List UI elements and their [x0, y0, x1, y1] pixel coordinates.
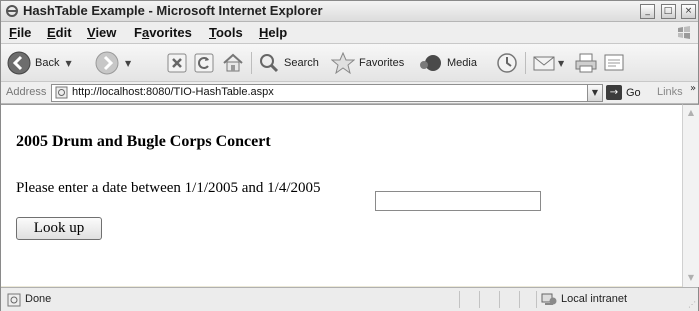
minimize-button[interactable]: _: [640, 4, 656, 19]
status-bar: Done Local intranet ⋰: [1, 287, 698, 311]
back-button[interactable]: Back ▼: [7, 50, 72, 76]
search-label: Search: [284, 57, 319, 69]
forward-arrow-icon: [95, 51, 119, 75]
toolbar: Back ▼ ▼ Search Favorites Media ▼: [1, 44, 698, 82]
address-dropdown-icon[interactable]: ▼: [587, 84, 603, 102]
date-prompt: Please enter a date between 1/1/2005 and…: [16, 180, 321, 196]
forward-button[interactable]: ▼: [95, 50, 131, 76]
page-heading: 2005 Drum and Bugle Corps Concert: [16, 133, 271, 150]
status-text: Done: [25, 293, 52, 305]
history-button[interactable]: [496, 50, 518, 76]
page-icon: [55, 86, 68, 99]
title-bar[interactable]: HashTable Example - Microsoft Internet E…: [1, 1, 698, 22]
menu-file[interactable]: File: [9, 25, 31, 40]
scroll-down-icon[interactable]: ▼: [684, 271, 698, 285]
toolbar-separator: [525, 52, 526, 74]
home-icon: [223, 53, 243, 72]
go-arrow-icon: →: [606, 85, 622, 100]
menu-favorites-label: vorites: [149, 25, 192, 40]
status-divider: [459, 291, 460, 308]
links-chevron-icon[interactable]: »: [690, 83, 696, 94]
menu-file-accel: F: [9, 25, 17, 40]
menu-bar: File Edit View Favorites Tools Help: [1, 22, 698, 44]
status-divider: [499, 291, 500, 308]
date-input[interactable]: [375, 191, 541, 211]
mail-button[interactable]: ▼: [532, 50, 564, 76]
favorites-star-icon: [331, 52, 355, 74]
links-label[interactable]: Links: [657, 86, 683, 98]
back-arrow-icon: [7, 51, 31, 75]
windows-flag-icon: [678, 26, 690, 39]
window-title: HashTable Example - Microsoft Internet E…: [23, 3, 323, 18]
menu-view-label: iew: [95, 25, 117, 40]
edit-button[interactable]: [602, 50, 626, 76]
menu-edit[interactable]: Edit: [47, 25, 72, 40]
address-bar: Address http://localhost:8080/TIO-HashTa…: [1, 82, 698, 104]
resize-grip-icon[interactable]: ⋰: [688, 300, 696, 309]
go-button[interactable]: → Go: [606, 84, 641, 101]
stop-icon: [167, 53, 187, 73]
go-label: Go: [626, 86, 641, 99]
media-button[interactable]: Media: [419, 50, 477, 76]
edit-page-icon: [604, 54, 624, 71]
menu-favorites[interactable]: Favorites: [134, 25, 192, 40]
menu-help-accel: H: [259, 25, 269, 40]
print-button[interactable]: [574, 50, 598, 76]
menu-edit-label: dit: [55, 25, 72, 40]
menu-help-label: elp: [268, 25, 288, 40]
media-label: Media: [447, 57, 477, 69]
menu-tools-label: ools: [215, 25, 243, 40]
menu-tools[interactable]: Tools: [209, 25, 243, 40]
stop-button[interactable]: [167, 50, 187, 76]
status-divider: [479, 291, 480, 308]
search-button[interactable]: Search: [258, 50, 319, 76]
vertical-scrollbar[interactable]: ▲ ▼: [682, 104, 699, 287]
mail-icon: [533, 56, 555, 71]
menu-file-label: ile: [16, 25, 32, 40]
search-icon: [260, 54, 279, 73]
address-input[interactable]: http://localhost:8080/TIO-HashTable.aspx: [51, 84, 588, 102]
close-button[interactable]: ×: [681, 4, 696, 19]
page-content: 2005 Drum and Bugle Corps Concert Please…: [1, 104, 682, 286]
local-intranet-icon: [541, 293, 557, 305]
page-done-icon: [7, 293, 21, 307]
refresh-button[interactable]: [194, 50, 214, 76]
print-icon: [575, 53, 597, 73]
browser-window: HashTable Example - Microsoft Internet E…: [0, 0, 699, 311]
maximize-button[interactable]: □: [660, 4, 676, 19]
menu-tools-accel: T: [209, 25, 216, 40]
window-controls: _ □ ×: [639, 4, 696, 22]
menu-help[interactable]: Help: [259, 25, 287, 40]
address-url: http://localhost:8080/TIO-HashTable.aspx: [72, 86, 274, 98]
mail-dropdown-icon[interactable]: ▼: [558, 59, 564, 68]
back-label: Back: [35, 57, 60, 69]
favorites-label: Favorites: [359, 57, 405, 69]
menu-view[interactable]: View: [87, 25, 116, 40]
ie-logo-icon: [6, 5, 18, 17]
forward-dropdown-icon[interactable]: ▼: [125, 59, 131, 68]
home-button[interactable]: [222, 50, 244, 76]
status-divider: [519, 291, 520, 308]
address-label: Address: [6, 86, 47, 98]
favorites-button[interactable]: Favorites: [331, 50, 404, 76]
toolbar-separator: [251, 52, 252, 74]
refresh-icon: [194, 53, 214, 73]
menu-favorites-pre: F: [134, 25, 142, 40]
media-icon: [420, 55, 441, 71]
scroll-up-icon[interactable]: ▲: [684, 106, 698, 120]
security-zone-label: Local intranet: [561, 293, 628, 305]
back-dropdown-icon[interactable]: ▼: [65, 59, 71, 68]
look-up-button[interactable]: Look up: [16, 217, 102, 240]
menu-edit-accel: E: [47, 25, 56, 40]
history-icon: [497, 53, 517, 73]
status-divider: [536, 291, 537, 308]
